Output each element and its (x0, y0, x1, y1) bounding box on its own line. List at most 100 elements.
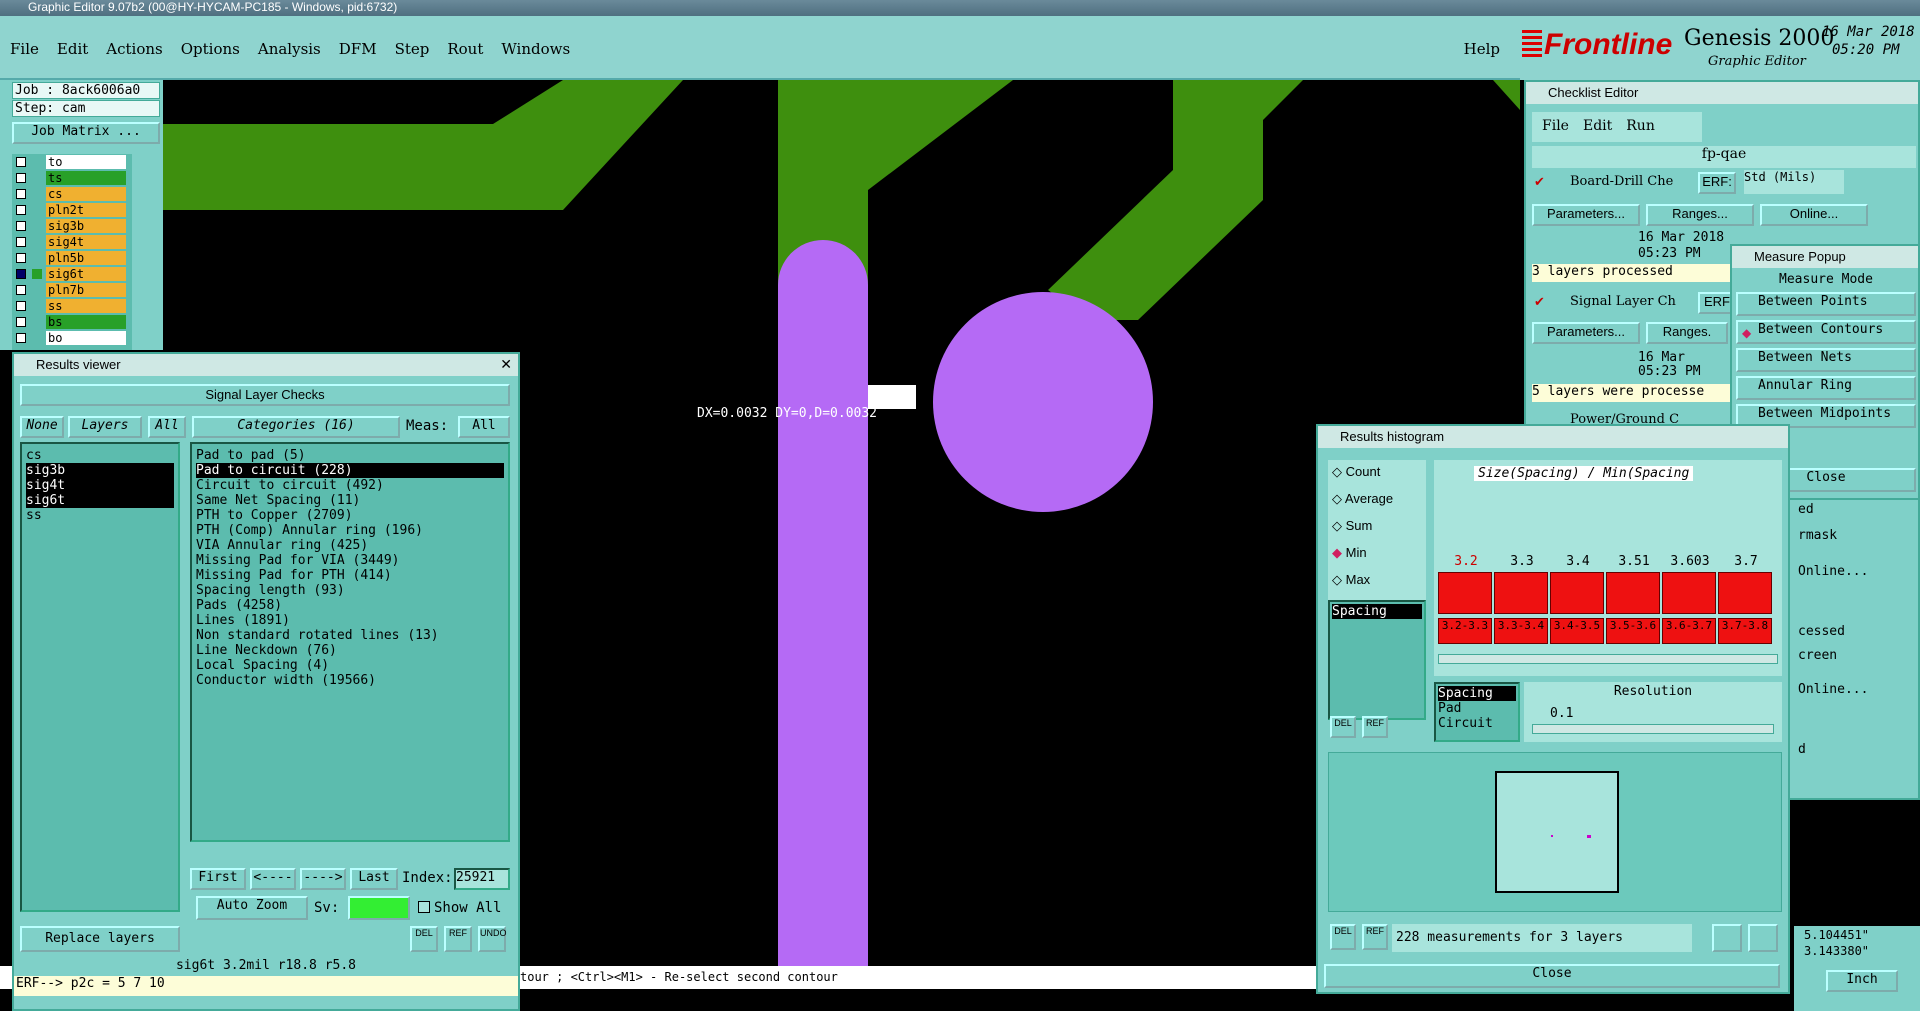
list-item[interactable]: Conductor width (19566) (196, 673, 504, 688)
list-item[interactable]: Missing Pad for VIA (3449) (196, 553, 504, 568)
layer-row[interactable]: bs (12, 314, 132, 330)
menu-options[interactable]: Options (181, 40, 240, 58)
meas-dropdown[interactable]: All (458, 416, 510, 438)
list-item[interactable]: Line Neckdown (76) (196, 643, 504, 658)
histogram-bar[interactable] (1438, 572, 1492, 614)
list-item[interactable]: cs (26, 448, 174, 463)
std-field[interactable]: Std (Mils) (1744, 170, 1844, 194)
list-item[interactable]: sig4t (26, 478, 174, 493)
option-sum[interactable]: ◇ Sum (1332, 518, 1422, 545)
show-all-checkbox[interactable] (418, 901, 430, 913)
layer-row[interactable]: pln5b (12, 250, 132, 266)
last-button[interactable]: Last (350, 868, 398, 890)
menu-run[interactable]: Run (1626, 118, 1655, 136)
histogram-bar[interactable] (1606, 572, 1660, 614)
list-item[interactable]: Spacing (1438, 686, 1516, 701)
list-item[interactable]: PTH (Comp) Annular ring (196) (196, 523, 504, 538)
parameters-button[interactable]: Parameters... (1532, 204, 1640, 226)
histogram-list-sel[interactable]: Spacing Pad Circuit (1434, 682, 1520, 742)
pan-icon[interactable] (1748, 924, 1778, 952)
layer-row[interactable]: cs (12, 186, 132, 202)
list-item[interactable]: Spacing (1332, 604, 1422, 619)
ref-icon[interactable]: REF (444, 926, 472, 952)
menu-actions[interactable]: Actions (106, 40, 162, 58)
list-item[interactable]: Lines (1891) (196, 613, 504, 628)
list-item[interactable]: Pad (1438, 701, 1516, 716)
ranges-button[interactable]: Ranges... (1646, 204, 1754, 226)
zoom-icon[interactable] (1712, 924, 1742, 952)
list-item[interactable]: Pad to circuit (228) (196, 463, 504, 478)
layer-row[interactable]: bo (12, 330, 132, 346)
list-item[interactable]: sig6t (26, 493, 174, 508)
mode-between-nets[interactable]: Between Nets (1736, 348, 1916, 372)
histogram-close-button[interactable]: Close (1324, 964, 1780, 988)
layers-button[interactable]: Layers (68, 416, 142, 438)
ranges-button[interactable]: Ranges. (1646, 322, 1728, 344)
category-list[interactable]: Pad to pad (5) Pad to circuit (228) Circ… (190, 442, 510, 842)
histogram-bar[interactable] (1662, 572, 1716, 614)
layer-row[interactable]: sig4t (12, 234, 132, 250)
list-item[interactable]: Same Net Spacing (11) (196, 493, 504, 508)
ref-icon[interactable]: REF (1362, 716, 1388, 738)
option-average[interactable]: ◇ Average (1332, 491, 1422, 518)
menu-rout[interactable]: Rout (447, 40, 483, 58)
replace-layers-dropdown[interactable]: Replace layers (20, 926, 180, 952)
list-item[interactable]: Pad to pad (5) (196, 448, 504, 463)
undo-icon[interactable]: UNDO (478, 926, 507, 952)
menu-file[interactable]: File (1542, 118, 1569, 136)
layer-row[interactable]: pln7b (12, 282, 132, 298)
list-item[interactable]: Non standard rotated lines (13) (196, 628, 504, 643)
option-count[interactable]: ◇ Count (1332, 464, 1422, 491)
layer-row[interactable]: to (12, 154, 132, 170)
list-item[interactable]: Pads (4258) (196, 598, 504, 613)
prev-button[interactable]: <---- (250, 868, 296, 890)
next-button[interactable]: ----> (300, 868, 346, 890)
categories-button[interactable]: Categories (16) (192, 416, 400, 438)
histogram-bar[interactable] (1494, 572, 1548, 614)
menu-file[interactable]: File (10, 40, 39, 58)
menu-help[interactable]: Help (1464, 40, 1500, 58)
list-item[interactable]: ss (26, 508, 174, 523)
index-input[interactable]: 25921 (454, 868, 510, 890)
ref-icon[interactable]: REF (1362, 924, 1388, 950)
chart-scrollbar[interactable] (1438, 654, 1778, 664)
job-matrix-button[interactable]: Job Matrix ... (12, 122, 160, 144)
list-item[interactable]: Spacing length (93) (196, 583, 504, 598)
list-item[interactable]: Missing Pad for PTH (414) (196, 568, 504, 583)
layer-row[interactable]: ss (12, 298, 132, 314)
list-item[interactable]: Local Spacing (4) (196, 658, 504, 673)
close-icon[interactable]: ✕ (500, 356, 512, 373)
menu-dfm[interactable]: DFM (339, 40, 377, 58)
histogram-bar[interactable] (1550, 572, 1604, 614)
layer-row[interactable]: pln2t (12, 202, 132, 218)
check-icon[interactable]: ✔ (1534, 174, 1545, 190)
menu-step[interactable]: Step (395, 40, 430, 58)
parameters-button[interactable]: Parameters... (1532, 322, 1640, 344)
none-button[interactable]: None (20, 416, 64, 438)
layer-result-list[interactable]: cs sig3b sig4t sig6t ss (20, 442, 180, 912)
units-dropdown[interactable]: Inch (1826, 970, 1898, 992)
auto-zoom-dropdown[interactable]: Auto Zoom (196, 896, 308, 920)
histogram-list-left[interactable]: Spacing (1328, 600, 1426, 720)
layer-row[interactable]: sig6t (12, 266, 132, 282)
list-item[interactable]: VIA Annular ring (425) (196, 538, 504, 553)
list-item[interactable]: Circuit to circuit (492) (196, 478, 504, 493)
mode-annular-ring[interactable]: Annular Ring (1736, 376, 1916, 400)
resolution-slider[interactable] (1532, 724, 1774, 734)
del-icon[interactable]: DEL (410, 926, 438, 952)
option-max[interactable]: ◇ Max (1332, 572, 1422, 599)
mode-between-points[interactable]: Between Points (1736, 292, 1916, 316)
mode-between-contours[interactable]: Between Contours (1736, 320, 1916, 344)
layer-row[interactable]: ts (12, 170, 132, 186)
first-button[interactable]: First (190, 868, 246, 890)
layer-row[interactable]: sig3b (12, 218, 132, 234)
list-item[interactable]: Circuit (1438, 716, 1516, 731)
menu-edit[interactable]: Edit (57, 40, 88, 58)
check-icon[interactable]: ✔ (1534, 294, 1545, 310)
online-button[interactable]: Online... (1760, 204, 1868, 226)
all-button[interactable]: All (148, 416, 186, 438)
list-item[interactable]: sig3b (26, 463, 174, 478)
sv-color-dropdown[interactable] (348, 896, 410, 920)
histogram-bar[interactable] (1718, 572, 1772, 614)
erf-button[interactable]: ERF: (1698, 172, 1736, 194)
